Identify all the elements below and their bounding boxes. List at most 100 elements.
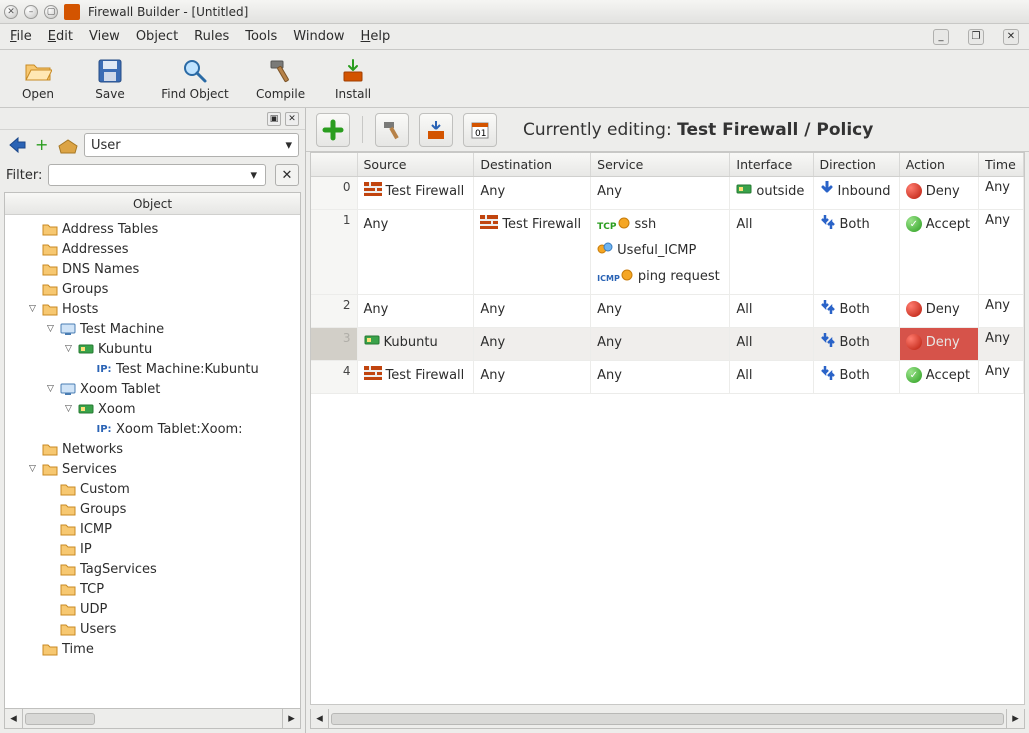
destination-cell[interactable]: Any (474, 328, 591, 361)
panel-detach-icon[interactable]: ▣ (267, 112, 281, 126)
column-header[interactable]: Direction (813, 153, 899, 177)
menu-rules[interactable]: Rules (194, 29, 229, 44)
calendar-button[interactable]: 01 (463, 113, 497, 147)
column-header[interactable] (311, 153, 357, 177)
destination-cell[interactable]: Any (474, 361, 591, 394)
time-cell[interactable]: Any (979, 361, 1024, 394)
service-cell[interactable]: TCPsshUseful_ICMPICMPping request (591, 210, 730, 295)
compile-rule-button[interactable] (375, 113, 409, 147)
scroll-right-icon[interactable]: ▸ (282, 709, 300, 728)
tree-item[interactable]: Users (5, 619, 300, 639)
tree-scrollbar[interactable]: ◂ ▸ (4, 709, 301, 729)
destination-cell[interactable]: Any (474, 295, 591, 328)
menu-file[interactable]: File (10, 29, 32, 44)
scroll-thumb[interactable] (331, 713, 1004, 725)
tree-item[interactable]: IP:Test Machine:Kubuntu (5, 359, 300, 379)
action-cell[interactable]: Deny (899, 328, 978, 361)
table-row[interactable]: 2AnyAnyAnyAllBothDenyAny (311, 295, 1024, 328)
destination-cell[interactable]: Any (474, 177, 591, 210)
triangle-down-icon[interactable]: ▽ (27, 304, 38, 315)
tree-item[interactable]: Groups (5, 279, 300, 299)
menu-tools[interactable]: Tools (245, 29, 277, 44)
source-cell[interactable]: Test Firewall (357, 361, 474, 394)
tree-item[interactable]: Networks (5, 439, 300, 459)
scroll-right-icon[interactable]: ▸ (1006, 709, 1024, 728)
action-cell[interactable]: Accept (899, 361, 978, 394)
tree-item[interactable]: ▽Test Machine (5, 319, 300, 339)
service-cell[interactable]: Any (591, 328, 730, 361)
column-header[interactable]: Destination (474, 153, 591, 177)
source-cell[interactable]: Test Firewall (357, 177, 474, 210)
action-cell[interactable]: Accept (899, 210, 978, 295)
tree-item[interactable]: IP (5, 539, 300, 559)
interface-cell[interactable]: All (730, 210, 813, 295)
column-header[interactable]: Time (979, 153, 1024, 177)
window-maximize-icon[interactable]: ▢ (44, 5, 58, 19)
tree-item[interactable]: ▽Kubuntu (5, 339, 300, 359)
tree-item[interactable]: ▽Xoom (5, 399, 300, 419)
table-row[interactable]: 4Test FirewallAnyAnyAllBothAcceptAny (311, 361, 1024, 394)
menu-window[interactable]: Window (293, 29, 344, 44)
menu-edit[interactable]: Edit (48, 29, 73, 44)
rules-grid[interactable]: SourceDestinationServiceInterfaceDirecti… (310, 152, 1025, 705)
time-cell[interactable]: Any (979, 177, 1024, 210)
service-cell[interactable]: Any (591, 295, 730, 328)
time-cell[interactable]: Any (979, 328, 1024, 361)
filter-input[interactable] (48, 164, 266, 186)
install-rule-button[interactable] (419, 113, 453, 147)
direction-cell[interactable]: Both (813, 210, 899, 295)
find-object-button[interactable]: Find Object (158, 57, 232, 101)
tree-item[interactable]: TCP (5, 579, 300, 599)
tree-body[interactable]: Address TablesAddressesDNS NamesGroups▽H… (5, 215, 300, 708)
triangle-down-icon[interactable]: ▽ (27, 464, 38, 475)
column-header[interactable]: Source (357, 153, 474, 177)
chevron-down-icon[interactable]: ▾ (250, 168, 257, 183)
install-button[interactable]: Install (329, 57, 377, 101)
table-row[interactable]: 0Test FirewallAnyAnyoutsideInboundDenyAn… (311, 177, 1024, 210)
direction-cell[interactable]: Inbound (813, 177, 899, 210)
table-row[interactable]: 3KubuntuAnyAnyAllBothDenyAny (311, 328, 1024, 361)
source-cell[interactable]: Any (357, 210, 474, 295)
action-cell[interactable]: Deny (899, 177, 978, 210)
interface-cell[interactable]: All (730, 361, 813, 394)
interface-cell[interactable]: outside (730, 177, 813, 210)
interface-cell[interactable]: All (730, 295, 813, 328)
back-icon[interactable] (6, 134, 28, 156)
tree-item[interactable]: Time (5, 639, 300, 659)
window-minimize-icon[interactable]: – (24, 5, 38, 19)
menu-help[interactable]: Help (361, 29, 391, 44)
direction-cell[interactable]: Both (813, 361, 899, 394)
open-button[interactable]: Open (14, 57, 62, 101)
tree-item[interactable]: Addresses (5, 239, 300, 259)
add-rule-button[interactable] (316, 113, 350, 147)
triangle-down-icon[interactable]: ▽ (45, 384, 56, 395)
scroll-left-icon[interactable]: ◂ (5, 709, 23, 728)
service-cell[interactable]: Any (591, 177, 730, 210)
source-cell[interactable]: Kubuntu (357, 328, 474, 361)
column-header[interactable]: Interface (730, 153, 813, 177)
tree-item[interactable]: TagServices (5, 559, 300, 579)
direction-cell[interactable]: Both (813, 328, 899, 361)
mdi-close-icon[interactable]: ✕ (1003, 29, 1019, 45)
tree-item[interactable]: ICMP (5, 519, 300, 539)
compile-button[interactable]: Compile (256, 57, 305, 101)
tree-item[interactable]: Groups (5, 499, 300, 519)
tree-item[interactable]: ▽Hosts (5, 299, 300, 319)
mdi-minimize-icon[interactable]: _ (933, 29, 949, 45)
triangle-down-icon[interactable]: ▽ (45, 324, 56, 335)
tree-item[interactable]: ▽Services (5, 459, 300, 479)
service-cell[interactable]: Any (591, 361, 730, 394)
tree-item[interactable]: DNS Names (5, 259, 300, 279)
rules-scrollbar[interactable]: ◂ ▸ (310, 709, 1025, 729)
direction-cell[interactable]: Both (813, 295, 899, 328)
interface-cell[interactable]: All (730, 328, 813, 361)
tree-item[interactable]: IP:Xoom Tablet:Xoom: (5, 419, 300, 439)
menu-view[interactable]: View (89, 29, 120, 44)
column-header[interactable]: Action (899, 153, 978, 177)
destination-cell[interactable]: Test Firewall (474, 210, 591, 295)
tree-item[interactable]: ▽Xoom Tablet (5, 379, 300, 399)
tree-item[interactable]: Custom (5, 479, 300, 499)
window-close-icon[interactable]: ✕ (4, 5, 18, 19)
panel-close-icon[interactable]: ✕ (285, 112, 299, 126)
tree-item[interactable]: Address Tables (5, 219, 300, 239)
